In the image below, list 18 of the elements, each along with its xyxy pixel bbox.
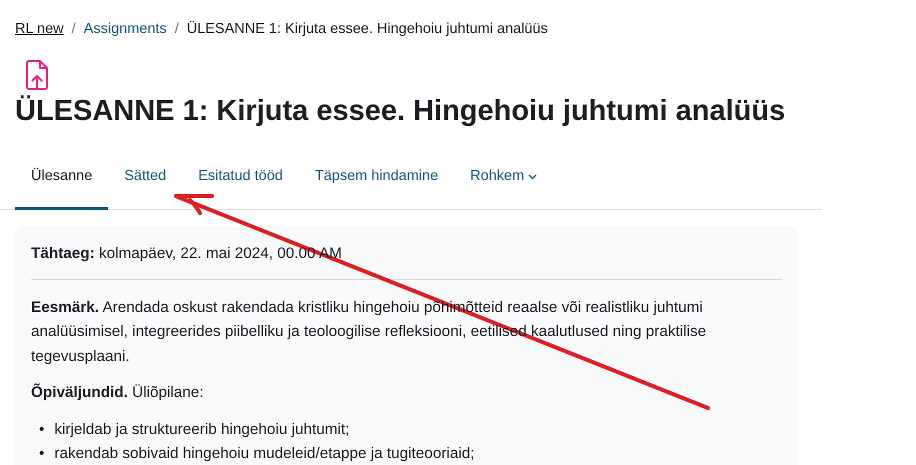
breadcrumb-separator: / xyxy=(72,20,76,39)
tab[interactable]: Sätted xyxy=(108,150,182,210)
paragraph: Õpiväljundid. Üliõpilane: xyxy=(31,382,205,404)
breadcrumb-link[interactable]: Assignments xyxy=(84,19,167,41)
dropdown-tab[interactable]: Rohkem xyxy=(454,150,554,210)
tab[interactable]: Täpsem hindamine xyxy=(298,150,454,210)
tab[interactable]: Ülesanne xyxy=(15,150,108,210)
list-item: kirjeldab ja struktureerib hingehoiu juhtumit; xyxy=(54,420,350,440)
list-item: rakendab sobivaid hingehoiu mudeleid/etappe ja tugiteooriaid; xyxy=(54,444,474,464)
breadcrumb-current: ÜLESANNE 1: Kirjuta essee. Hingehoiu juhtumi analüüs xyxy=(186,20,548,39)
page-title: ÜLESANNE 1: Kirjuta essee. Hingehoiu juhtumi analüüs xyxy=(15,94,786,129)
breadcrumb-separator: / xyxy=(174,20,179,39)
bullet: • xyxy=(39,444,44,464)
caret-icon xyxy=(528,174,538,180)
breadcrumb-link[interactable]: RL new xyxy=(15,19,64,41)
tab[interactable]: Esitatud tööd xyxy=(182,150,299,210)
file-upload-icon xyxy=(24,58,50,91)
bullet: • xyxy=(39,420,44,440)
